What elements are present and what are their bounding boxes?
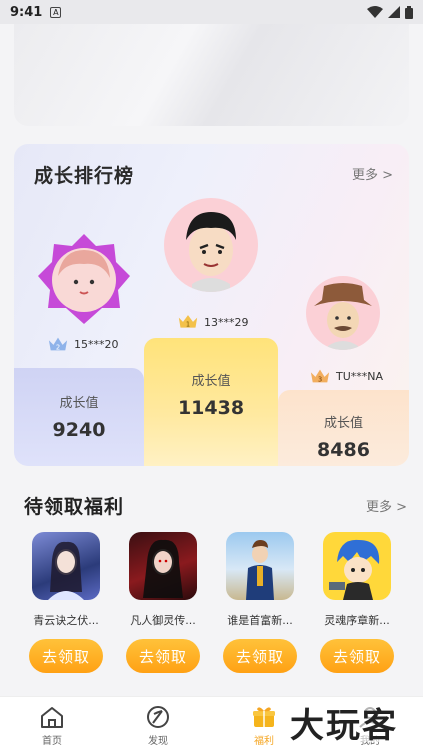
avatar-portrait-icon bbox=[186, 212, 236, 292]
nav-item-discover[interactable]: 发现 bbox=[128, 705, 188, 747]
top-banner[interactable] bbox=[14, 24, 409, 126]
home-icon bbox=[41, 707, 63, 728]
notification-icon: A bbox=[50, 6, 62, 18]
avatar-cowboy-icon bbox=[314, 283, 372, 350]
game-name: 谁是首富新... bbox=[227, 614, 293, 627]
nav-item-welfare[interactable]: 福利 bbox=[234, 705, 294, 747]
welfare-title: 待领取福利 bbox=[24, 496, 125, 518]
status-bar: 9:41 A bbox=[0, 0, 423, 24]
user-rank-3: 3 TU***NA bbox=[310, 368, 383, 384]
signal-icon bbox=[388, 6, 400, 18]
crown-gold-icon: 1 bbox=[178, 314, 198, 330]
status-time: 9:41 bbox=[10, 4, 43, 20]
ranking-more-link[interactable]: 更多 > bbox=[352, 164, 393, 183]
game-name: 青云诀之伏... bbox=[33, 614, 99, 627]
battery-icon bbox=[405, 5, 413, 19]
claim-button[interactable]: 去领取 bbox=[29, 639, 103, 673]
wifi-icon bbox=[367, 6, 383, 18]
game-icon[interactable] bbox=[129, 532, 197, 600]
nav-label: 首页 bbox=[42, 736, 62, 747]
svg-text:3: 3 bbox=[318, 375, 322, 383]
discover-icon bbox=[147, 706, 169, 728]
claim-button[interactable]: 去领取 bbox=[126, 639, 200, 673]
watermark: 大玩客 bbox=[290, 698, 415, 746]
svg-text:1: 1 bbox=[186, 320, 190, 328]
avatar-rank-3[interactable] bbox=[306, 276, 380, 350]
game-name: 凡人御灵传... bbox=[130, 614, 196, 627]
podium-value: 11438 bbox=[177, 397, 245, 419]
game-icon[interactable] bbox=[226, 532, 294, 600]
claim-button[interactable]: 去领取 bbox=[320, 639, 394, 673]
crown-silver-icon: 2 bbox=[48, 336, 68, 352]
game-card[interactable]: 灵魂序章新... 去领取 bbox=[309, 532, 405, 673]
username-rank-3: TU***NA bbox=[336, 369, 384, 383]
game-card[interactable]: 谁是首富新... 去领取 bbox=[212, 532, 308, 673]
podium-label: 成长值 bbox=[191, 374, 231, 389]
game-name: 灵魂序章新... bbox=[324, 614, 390, 627]
growth-ranking-card: 成长排行榜 更多 > 1 13***29 2 15***20 3 TU***NA… bbox=[14, 144, 409, 466]
podium-rank-2: 成长值 9240 bbox=[14, 368, 144, 466]
welfare-more-link[interactable]: 更多 > bbox=[366, 496, 407, 515]
avatar-rank-1[interactable] bbox=[164, 198, 258, 292]
nav-label: 福利 bbox=[254, 736, 274, 747]
nav-item-home[interactable]: 首页 bbox=[22, 705, 82, 747]
podium-value: 9240 bbox=[52, 419, 106, 441]
username-rank-2: 15***20 bbox=[74, 337, 119, 351]
avatar-rank-2[interactable] bbox=[36, 232, 132, 328]
podium-value: 8486 bbox=[317, 439, 370, 461]
podium-label: 成长值 bbox=[59, 396, 99, 411]
podium-rank-1: 成长值 11438 bbox=[144, 338, 278, 466]
podium-label: 成长值 bbox=[323, 416, 363, 431]
game-card[interactable]: 凡人御灵传... 去领取 bbox=[115, 532, 211, 673]
svg-text:2: 2 bbox=[56, 343, 60, 351]
game-card[interactable]: 青云诀之伏... 去领取 bbox=[18, 532, 114, 673]
gift-icon bbox=[253, 707, 275, 727]
crown-bronze-icon: 3 bbox=[310, 368, 330, 384]
ranking-title: 成长排行榜 bbox=[34, 165, 135, 187]
game-icon[interactable] bbox=[32, 532, 100, 600]
nav-label: 发现 bbox=[148, 736, 168, 747]
status-icons bbox=[367, 5, 413, 19]
podium-rank-3: 成长值 8486 bbox=[278, 390, 409, 466]
user-rank-2: 2 15***20 bbox=[48, 336, 119, 352]
user-rank-1: 1 13***29 bbox=[178, 314, 249, 330]
avatar-frame-icon bbox=[38, 234, 130, 324]
game-icon[interactable] bbox=[323, 532, 391, 600]
claim-button[interactable]: 去领取 bbox=[223, 639, 297, 673]
username-rank-1: 13***29 bbox=[204, 315, 249, 329]
